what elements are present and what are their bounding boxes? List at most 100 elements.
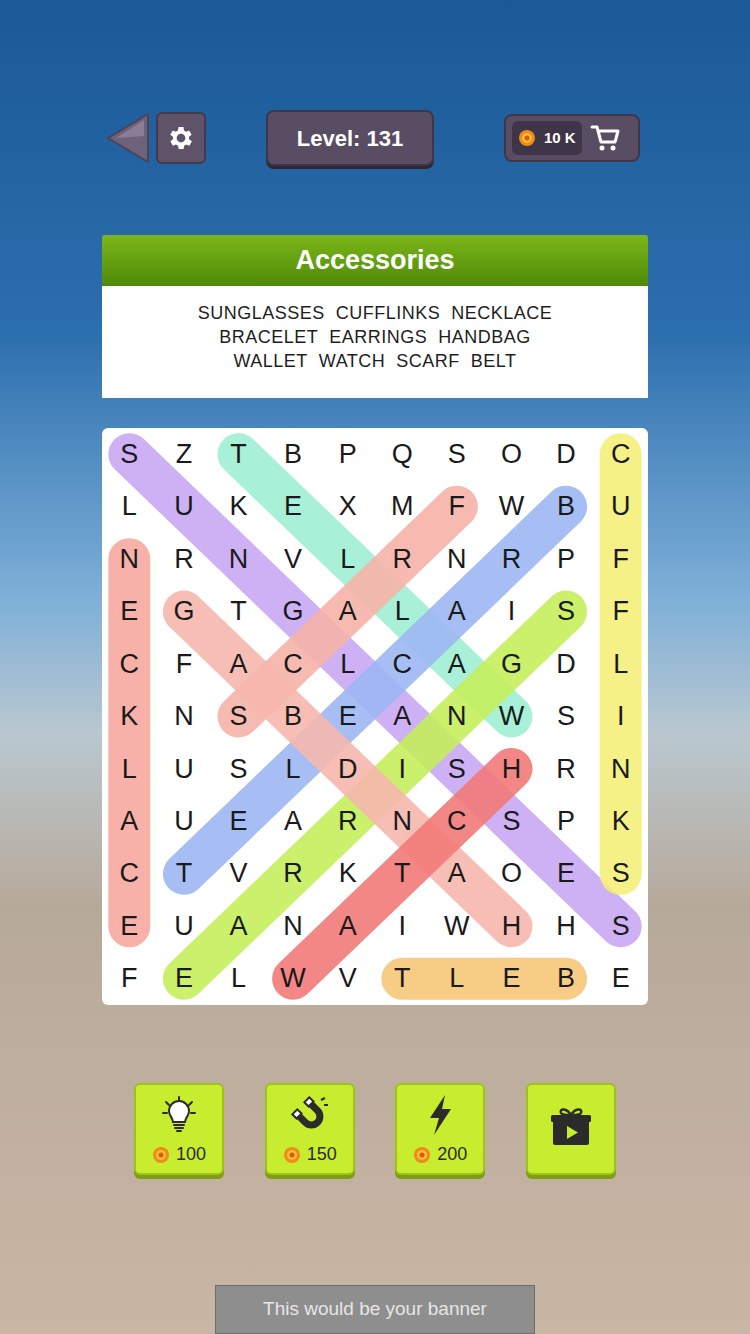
letter-cell[interactable]: W [484, 690, 539, 742]
back-button[interactable] [104, 112, 150, 164]
cart-icon[interactable] [590, 124, 620, 152]
letter-cell[interactable]: R [266, 848, 321, 900]
letter-cell[interactable]: G [266, 585, 321, 637]
letter-cell[interactable]: V [320, 952, 375, 1004]
letter-cell[interactable]: A [266, 795, 321, 847]
letter-cell[interactable]: R [320, 795, 375, 847]
letter-cell[interactable]: L [375, 585, 430, 637]
letter-cell[interactable]: S [211, 690, 266, 742]
letter-cell[interactable]: I [593, 690, 648, 742]
letter-cell[interactable]: F [430, 480, 485, 532]
letter-cell[interactable]: G [484, 638, 539, 690]
letter-cell[interactable]: U [157, 480, 212, 532]
letter-cell[interactable]: S [484, 795, 539, 847]
letter-cell[interactable]: N [430, 533, 485, 585]
letter-cell[interactable]: T [375, 952, 430, 1004]
letter-cell[interactable]: K [102, 690, 157, 742]
letter-cell[interactable]: A [211, 638, 266, 690]
letter-cell[interactable]: P [320, 428, 375, 480]
letter-cell[interactable]: R [539, 743, 594, 795]
letter-cell[interactable]: F [593, 585, 648, 637]
letter-cell[interactable]: L [266, 743, 321, 795]
letter-cell[interactable]: S [593, 848, 648, 900]
letter-cell[interactable]: B [266, 690, 321, 742]
letter-cell[interactable]: S [211, 743, 266, 795]
letter-cell[interactable]: N [211, 533, 266, 585]
letter-grid[interactable]: SZTBPQSODCLUKEXMFWBUNRNVLRNRPFEGTGALAISF… [102, 428, 648, 1005]
settings-button[interactable] [156, 112, 206, 164]
letter-cell[interactable]: L [211, 952, 266, 1004]
letter-cell[interactable]: A [430, 585, 485, 637]
letter-cell[interactable]: H [539, 900, 594, 952]
tool-button[interactable]: 150 [265, 1083, 355, 1175]
letter-cell[interactable]: L [320, 533, 375, 585]
letter-cell[interactable]: K [320, 848, 375, 900]
letter-cell[interactable]: S [430, 743, 485, 795]
letter-cell[interactable]: N [375, 795, 430, 847]
letter-cell[interactable]: E [539, 848, 594, 900]
letter-cell[interactable]: K [211, 480, 266, 532]
letter-cell[interactable]: B [539, 480, 594, 532]
letter-cell[interactable]: S [102, 428, 157, 480]
letter-cell[interactable]: N [157, 690, 212, 742]
letter-cell[interactable]: D [539, 638, 594, 690]
tool-button[interactable]: 100 [134, 1083, 224, 1175]
letter-cell[interactable]: I [375, 743, 430, 795]
letter-cell[interactable]: O [484, 848, 539, 900]
letter-cell[interactable]: I [375, 900, 430, 952]
letter-cell[interactable]: L [102, 743, 157, 795]
letter-cell[interactable]: F [102, 952, 157, 1004]
letter-cell[interactable]: A [375, 690, 430, 742]
letter-cell[interactable]: C [375, 638, 430, 690]
letter-cell[interactable]: N [593, 743, 648, 795]
letter-cell[interactable]: H [484, 743, 539, 795]
letter-cell[interactable]: F [157, 638, 212, 690]
letter-cell[interactable]: L [320, 638, 375, 690]
letter-cell[interactable]: Z [157, 428, 212, 480]
letter-cell[interactable]: R [157, 533, 212, 585]
letter-cell[interactable]: U [157, 743, 212, 795]
letter-cell[interactable]: N [266, 900, 321, 952]
letter-cell[interactable]: C [593, 428, 648, 480]
tool-button[interactable] [526, 1083, 616, 1175]
letter-cell[interactable]: E [102, 900, 157, 952]
letter-cell[interactable]: C [430, 795, 485, 847]
letter-cell[interactable]: R [484, 533, 539, 585]
letter-cell[interactable]: S [539, 585, 594, 637]
letter-cell[interactable]: A [102, 795, 157, 847]
letter-cell[interactable]: N [430, 690, 485, 742]
letter-cell[interactable]: B [539, 952, 594, 1004]
letter-cell[interactable]: H [484, 900, 539, 952]
letter-cell[interactable]: X [320, 480, 375, 532]
letter-cell[interactable]: Q [375, 428, 430, 480]
letter-cell[interactable]: P [539, 533, 594, 585]
letter-cell[interactable]: C [102, 848, 157, 900]
letter-cell[interactable]: T [211, 585, 266, 637]
letter-cell[interactable]: E [593, 952, 648, 1004]
letter-cell[interactable]: T [375, 848, 430, 900]
letter-cell[interactable]: C [102, 638, 157, 690]
letter-cell[interactable]: S [593, 900, 648, 952]
letter-cell[interactable]: O [484, 428, 539, 480]
letter-cell[interactable]: U [157, 795, 212, 847]
letter-cell[interactable]: A [320, 585, 375, 637]
letter-cell[interactable]: U [157, 900, 212, 952]
letter-cell[interactable]: A [211, 900, 266, 952]
letter-cell[interactable]: W [484, 480, 539, 532]
ad-banner[interactable]: This would be your banner [215, 1285, 535, 1334]
letter-cell[interactable]: E [266, 480, 321, 532]
letter-cell[interactable]: P [539, 795, 594, 847]
letter-cell[interactable]: B [266, 428, 321, 480]
letter-cell[interactable]: E [102, 585, 157, 637]
coins-panel[interactable]: 10 K [504, 114, 640, 162]
letter-cell[interactable]: T [211, 428, 266, 480]
letter-cell[interactable]: A [430, 848, 485, 900]
letter-cell[interactable]: R [375, 533, 430, 585]
letter-cell[interactable]: D [539, 428, 594, 480]
tool-button[interactable]: 200 [395, 1083, 485, 1175]
letter-cell[interactable]: E [320, 690, 375, 742]
letter-cell[interactable]: L [430, 952, 485, 1004]
letter-cell[interactable]: D [320, 743, 375, 795]
letter-cell[interactable]: F [593, 533, 648, 585]
letter-cell[interactable]: E [211, 795, 266, 847]
